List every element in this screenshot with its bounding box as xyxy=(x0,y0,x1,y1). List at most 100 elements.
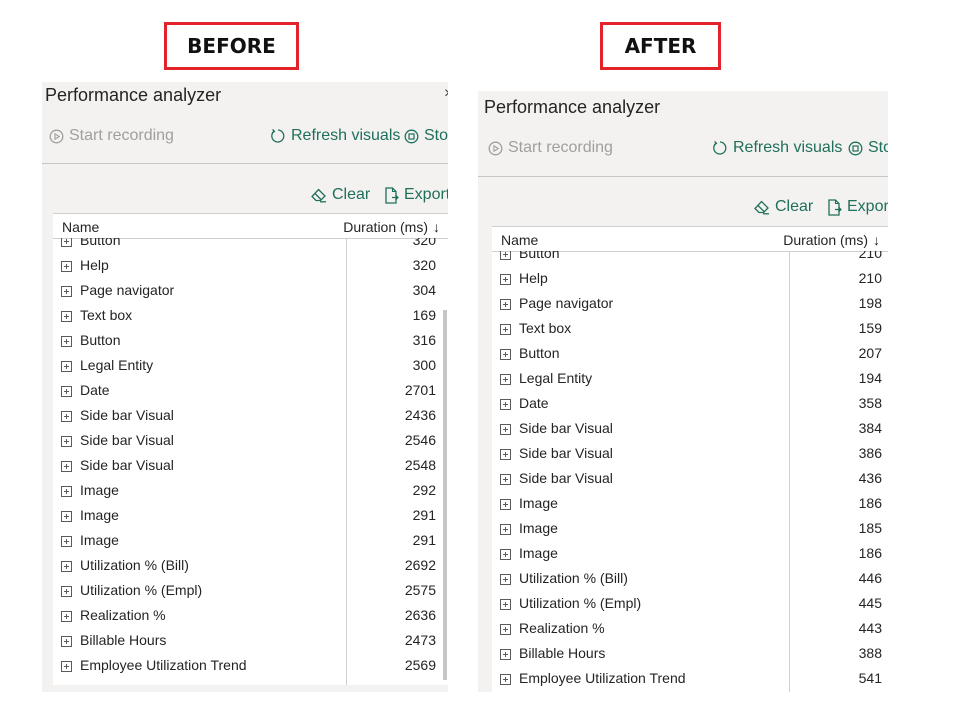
table-row[interactable]: Side bar Visual 2548 xyxy=(53,457,448,482)
expand-icon[interactable] xyxy=(500,299,511,310)
close-icon[interactable]: × xyxy=(444,85,448,103)
row-duration: 194 xyxy=(858,370,882,386)
table-row[interactable]: Help 320 xyxy=(53,257,448,282)
expand-icon[interactable] xyxy=(500,324,511,335)
table-row[interactable]: Help 210 xyxy=(492,270,888,295)
table-row[interactable]: Image 186 xyxy=(492,545,888,570)
expand-icon[interactable] xyxy=(61,461,72,472)
export-button[interactable]: Export xyxy=(827,198,888,216)
table-row[interactable]: Utilization % (Empl) 445 xyxy=(492,595,888,620)
export-button[interactable]: Export xyxy=(384,186,448,204)
table-row[interactable]: Image 292 xyxy=(53,482,448,507)
expand-icon[interactable] xyxy=(61,561,72,572)
table-row[interactable]: Side bar Visual 2436 xyxy=(53,407,448,432)
expand-icon[interactable] xyxy=(500,449,511,460)
table-row[interactable]: Employee Utilization Trend 2569 xyxy=(53,657,448,682)
export-icon xyxy=(828,198,842,216)
row-duration: 320 xyxy=(412,238,436,248)
clear-button[interactable]: Clear xyxy=(310,186,370,204)
table-row[interactable]: Billable Hours 2473 xyxy=(53,632,448,657)
before-rows: Button 320 Help 320 Page navigator 304 Text bo… xyxy=(53,238,448,685)
start-recording-button[interactable]: Start recording xyxy=(49,127,174,145)
expand-icon[interactable] xyxy=(61,386,72,397)
expand-icon[interactable] xyxy=(61,336,72,347)
table-row[interactable]: Billable Hours 388 xyxy=(492,645,888,670)
expand-icon[interactable] xyxy=(500,374,511,385)
expand-icon[interactable] xyxy=(61,611,72,622)
expand-icon[interactable] xyxy=(61,411,72,422)
row-name: Side bar Visual xyxy=(80,432,174,448)
table-row[interactable]: Button 207 xyxy=(492,345,888,370)
table-row[interactable]: Image 291 xyxy=(53,507,448,532)
expand-icon[interactable] xyxy=(500,549,511,560)
table-row[interactable]: Side bar Visual 386 xyxy=(492,445,888,470)
expand-icon[interactable] xyxy=(500,574,511,585)
stop-button[interactable]: Stop xyxy=(404,127,448,145)
start-recording-button[interactable]: Start recording xyxy=(488,139,613,157)
expand-icon[interactable] xyxy=(500,624,511,635)
expand-icon[interactable] xyxy=(61,486,72,497)
table-row[interactable]: Legal Entity 194 xyxy=(492,370,888,395)
expand-icon[interactable] xyxy=(500,474,511,485)
table-row[interactable]: Utilization % (Bill) 2692 xyxy=(53,557,448,582)
refresh-visuals-button[interactable]: Refresh visuals xyxy=(712,139,842,157)
after-results-table: Name Duration (ms) ↓ Button 210 Help 210 Page… xyxy=(492,226,888,692)
table-row[interactable]: Button 320 xyxy=(53,238,448,257)
stop-button[interactable]: Sto xyxy=(848,139,888,157)
expand-icon[interactable] xyxy=(61,286,72,297)
table-row[interactable]: Page navigator 304 xyxy=(53,282,448,307)
expand-icon[interactable] xyxy=(500,599,511,610)
table-row[interactable]: Image 185 xyxy=(492,520,888,545)
table-row[interactable]: Legal Entity 300 xyxy=(53,357,448,382)
expand-icon[interactable] xyxy=(61,636,72,647)
expand-icon[interactable] xyxy=(500,251,511,260)
table-row[interactable]: Page navigator 198 xyxy=(492,295,888,320)
table-row[interactable]: Realization % 2636 xyxy=(53,607,448,632)
table-row[interactable]: Utilization % (Bill) 446 xyxy=(492,570,888,595)
table-row[interactable]: Utilization % (Empl) 2575 xyxy=(53,582,448,607)
row-name: Image xyxy=(519,545,558,561)
expand-icon[interactable] xyxy=(61,511,72,522)
table-row[interactable]: Employee Utilization Trend 541 xyxy=(492,670,888,692)
expand-icon[interactable] xyxy=(61,261,72,272)
table-row[interactable]: Side bar Visual 384 xyxy=(492,420,888,445)
table-row[interactable]: Image 291 xyxy=(53,532,448,557)
table-row[interactable]: Text box 159 xyxy=(492,320,888,345)
before-label: BEFORE xyxy=(164,22,299,70)
table-row[interactable]: Button 210 xyxy=(492,251,888,270)
expand-icon[interactable] xyxy=(500,424,511,435)
expand-icon[interactable] xyxy=(500,399,511,410)
table-row[interactable]: Date 358 xyxy=(492,395,888,420)
duration-column-header[interactable]: Duration (ms) ↓ xyxy=(343,219,440,235)
expand-icon[interactable] xyxy=(500,349,511,360)
expand-icon[interactable] xyxy=(61,436,72,447)
expand-icon[interactable] xyxy=(500,674,511,685)
expand-icon[interactable] xyxy=(500,649,511,660)
duration-column-header[interactable]: Duration (ms) ↓ xyxy=(783,232,880,248)
table-row[interactable]: Button 316 xyxy=(53,332,448,357)
refresh-visuals-button[interactable]: Refresh visuals xyxy=(270,127,400,145)
expand-icon[interactable] xyxy=(61,536,72,547)
expand-icon[interactable] xyxy=(61,361,72,372)
name-column-header[interactable]: Name xyxy=(501,232,538,248)
table-row[interactable]: Realization % 443 xyxy=(492,620,888,645)
row-duration: 291 xyxy=(412,532,436,548)
expand-icon[interactable] xyxy=(500,524,511,535)
table-row[interactable]: Image 186 xyxy=(492,495,888,520)
record-icon xyxy=(49,129,64,143)
expand-icon[interactable] xyxy=(500,274,511,285)
name-column-header[interactable]: Name xyxy=(62,219,99,235)
table-row[interactable]: Side bar Visual 2546 xyxy=(53,432,448,457)
scrollbar[interactable] xyxy=(443,310,447,680)
expand-icon[interactable] xyxy=(61,586,72,597)
table-row[interactable]: Side bar Visual 436 xyxy=(492,470,888,495)
expand-icon[interactable] xyxy=(61,311,72,322)
row-duration: 316 xyxy=(412,332,436,348)
clear-button[interactable]: Clear xyxy=(753,198,813,216)
expand-icon[interactable] xyxy=(500,499,511,510)
expand-icon[interactable] xyxy=(61,238,72,247)
row-name: Help xyxy=(80,257,109,273)
table-row[interactable]: Date 2701 xyxy=(53,382,448,407)
expand-icon[interactable] xyxy=(61,661,72,672)
table-row[interactable]: Text box 169 xyxy=(53,307,448,332)
